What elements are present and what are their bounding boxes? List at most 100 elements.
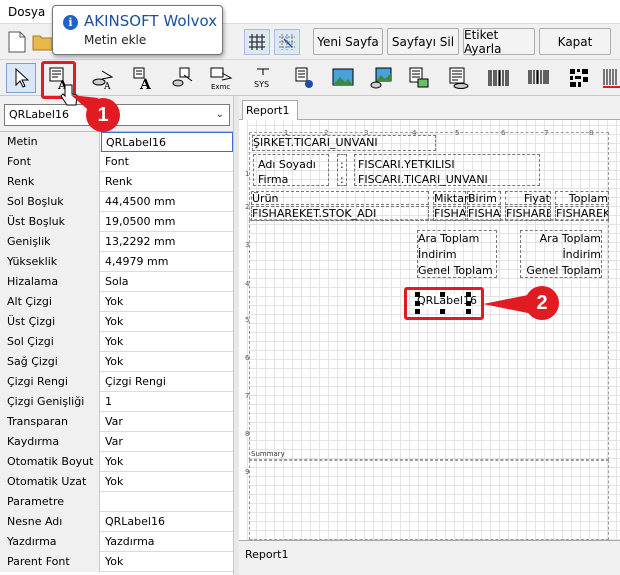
- field-unit[interactable]: FISHA: [467, 206, 501, 221]
- property-value[interactable]: [101, 492, 233, 512]
- sysdata-tool-icon[interactable]: SYS: [248, 63, 278, 93]
- field-qty[interactable]: FISHA: [433, 206, 466, 221]
- shape-tool-icon[interactable]: [404, 63, 434, 93]
- property-value[interactable]: Yazdırma: [101, 532, 233, 552]
- colon-labels[interactable]: : :: [337, 154, 347, 186]
- matrix-barcode-tool-icon[interactable]: [564, 63, 594, 93]
- property-value[interactable]: 13,2292 mm: [101, 232, 233, 252]
- tab-report1-bottom[interactable]: Report1: [242, 545, 298, 565]
- new-page-button[interactable]: Yeni Sayfa: [313, 28, 383, 55]
- property-row[interactable]: Alt Çizgi Yok: [0, 292, 233, 312]
- authorized-fields[interactable]: FISCARI.YETKILISI FISCARI.TICARI_UNVANI: [354, 154, 540, 186]
- property-row[interactable]: Çizgi Rengi Çizgi Rengi: [0, 372, 233, 392]
- property-row[interactable]: Otomatik Uzat Yok: [0, 472, 233, 492]
- new-document-icon[interactable]: [4, 29, 30, 55]
- company-field: FISCARI.TICARI_UNVANI: [358, 173, 488, 186]
- menu-file[interactable]: Dosya: [8, 5, 45, 19]
- property-row[interactable]: Yazdırma Yazdırma: [0, 532, 233, 552]
- barcode-tool-icon[interactable]: [484, 63, 514, 93]
- bottom-tab-strip: Report1: [239, 540, 620, 575]
- property-row[interactable]: Renk Renk: [0, 172, 233, 192]
- property-value[interactable]: Sola: [101, 272, 233, 292]
- property-value[interactable]: Yok: [101, 472, 233, 492]
- grand-total-label: Genel Toplam: [418, 264, 493, 277]
- summary-band[interactable]: [249, 460, 609, 540]
- property-value[interactable]: Yok: [101, 552, 233, 572]
- property-value[interactable]: Çizgi Rengi: [101, 372, 233, 392]
- property-value[interactable]: Yok: [101, 292, 233, 312]
- label-settings-button[interactable]: Etiket Ayarla: [463, 28, 535, 56]
- col-header-product[interactable]: Ürün: [251, 191, 429, 205]
- totals-values[interactable]: Ara Toplam İndirim Genel Toplam: [520, 230, 602, 278]
- col-header-total[interactable]: Toplam: [555, 191, 609, 205]
- discount-value-label: İndirim: [562, 248, 601, 261]
- property-value[interactable]: 19,0500 mm: [101, 212, 233, 232]
- db-barcode-tool-icon[interactable]: [524, 63, 554, 93]
- close-button[interactable]: Kapat: [539, 28, 611, 55]
- totals-labels[interactable]: Ara Toplam İndirim Genel Toplam: [417, 230, 497, 278]
- property-row[interactable]: Otomatik Boyut Yok: [0, 452, 233, 472]
- property-value[interactable]: QRLabel16: [101, 512, 233, 532]
- property-name: Genişlik: [0, 232, 100, 252]
- field-price[interactable]: FISHARE: [505, 206, 551, 221]
- property-name: Hizalama: [0, 272, 100, 292]
- property-row[interactable]: Çizgi Genişliği 1: [0, 392, 233, 412]
- property-row[interactable]: Font Font: [0, 152, 233, 172]
- colon-1: :: [340, 158, 344, 171]
- dbimage-tool-icon[interactable]: [366, 63, 396, 93]
- richtext-tool-icon[interactable]: [290, 63, 320, 93]
- expr-memo-tool-icon[interactable]: Exmc: [206, 63, 236, 93]
- pointer-tool-icon[interactable]: [6, 63, 36, 93]
- dm-barcode-tool-icon[interactable]: [602, 63, 620, 93]
- col-header-qty[interactable]: Miktarı: [433, 191, 472, 205]
- property-value[interactable]: 44,4500 mm: [101, 192, 233, 212]
- property-value[interactable]: Font: [101, 152, 233, 172]
- subtotal-value-label: Ara Toplam: [539, 232, 601, 245]
- property-value[interactable]: Yok: [101, 452, 233, 472]
- property-row[interactable]: Parametre: [0, 492, 233, 512]
- property-name: Sağ Çizgi: [0, 352, 100, 372]
- property-name: Üst Boşluk: [0, 212, 100, 232]
- dbtext-tool-icon[interactable]: A: [88, 63, 118, 93]
- property-row[interactable]: Metin QRLabel16: [0, 132, 233, 152]
- memo-tool-icon[interactable]: [444, 63, 474, 93]
- col-header-unit[interactable]: Birim: [467, 191, 501, 205]
- snap-grid-icon[interactable]: [274, 29, 300, 55]
- name-firm-labels[interactable]: Adı Soyadı Firma: [253, 154, 329, 186]
- authorized-field: FISCARI.YETKILISI: [358, 158, 455, 171]
- property-row[interactable]: Transparan Var: [0, 412, 233, 432]
- expr-db-tool-icon[interactable]: [168, 63, 198, 93]
- property-row[interactable]: Üst Boşluk 19,0500 mm: [0, 212, 233, 232]
- property-value[interactable]: Yok: [101, 312, 233, 332]
- property-value[interactable]: Yok: [101, 332, 233, 352]
- property-name: Font: [0, 152, 100, 172]
- property-row[interactable]: Sağ Çizgi Yok: [0, 352, 233, 372]
- property-row[interactable]: Nesne Adı QRLabel16: [0, 512, 233, 532]
- property-value[interactable]: QRLabel16: [101, 132, 233, 152]
- expr-tool-icon[interactable]: A: [128, 63, 158, 93]
- property-row[interactable]: Hizalama Sola: [0, 272, 233, 292]
- property-row[interactable]: Sol Boşluk 44,4500 mm: [0, 192, 233, 212]
- property-value[interactable]: Yok: [101, 352, 233, 372]
- property-value[interactable]: 1: [101, 392, 233, 412]
- property-row[interactable]: Yükseklik 4,4979 mm: [0, 252, 233, 272]
- property-row[interactable]: Üst Çizgi Yok: [0, 312, 233, 332]
- field-stock-name[interactable]: FISHAREKET.STOK_ADI: [251, 206, 429, 221]
- property-row[interactable]: Genişlik 13,2292 mm: [0, 232, 233, 252]
- field-total[interactable]: FISHAREK: [555, 206, 609, 221]
- property-row[interactable]: Parent Font Yok: [0, 552, 233, 572]
- tab-report1[interactable]: Report1: [242, 100, 298, 121]
- company-title-label[interactable]: ŞIRKET.TICARI_UNVANI: [252, 135, 436, 151]
- property-row[interactable]: Sol Çizgi Yok: [0, 332, 233, 352]
- col-header-price[interactable]: Fiyat: [505, 191, 551, 205]
- grid-toggle-icon[interactable]: [244, 29, 270, 55]
- image-tool-icon[interactable]: [328, 63, 358, 93]
- property-value[interactable]: Var: [101, 432, 233, 452]
- colon-2: :: [340, 173, 344, 186]
- property-value[interactable]: Var: [101, 412, 233, 432]
- property-value[interactable]: 4,4979 mm: [101, 252, 233, 272]
- property-row[interactable]: Kaydırma Var: [0, 432, 233, 452]
- property-value[interactable]: Renk: [101, 172, 233, 192]
- delete-page-button[interactable]: Sayfayı Sil: [387, 28, 459, 55]
- property-name: Yazdırma: [0, 532, 100, 552]
